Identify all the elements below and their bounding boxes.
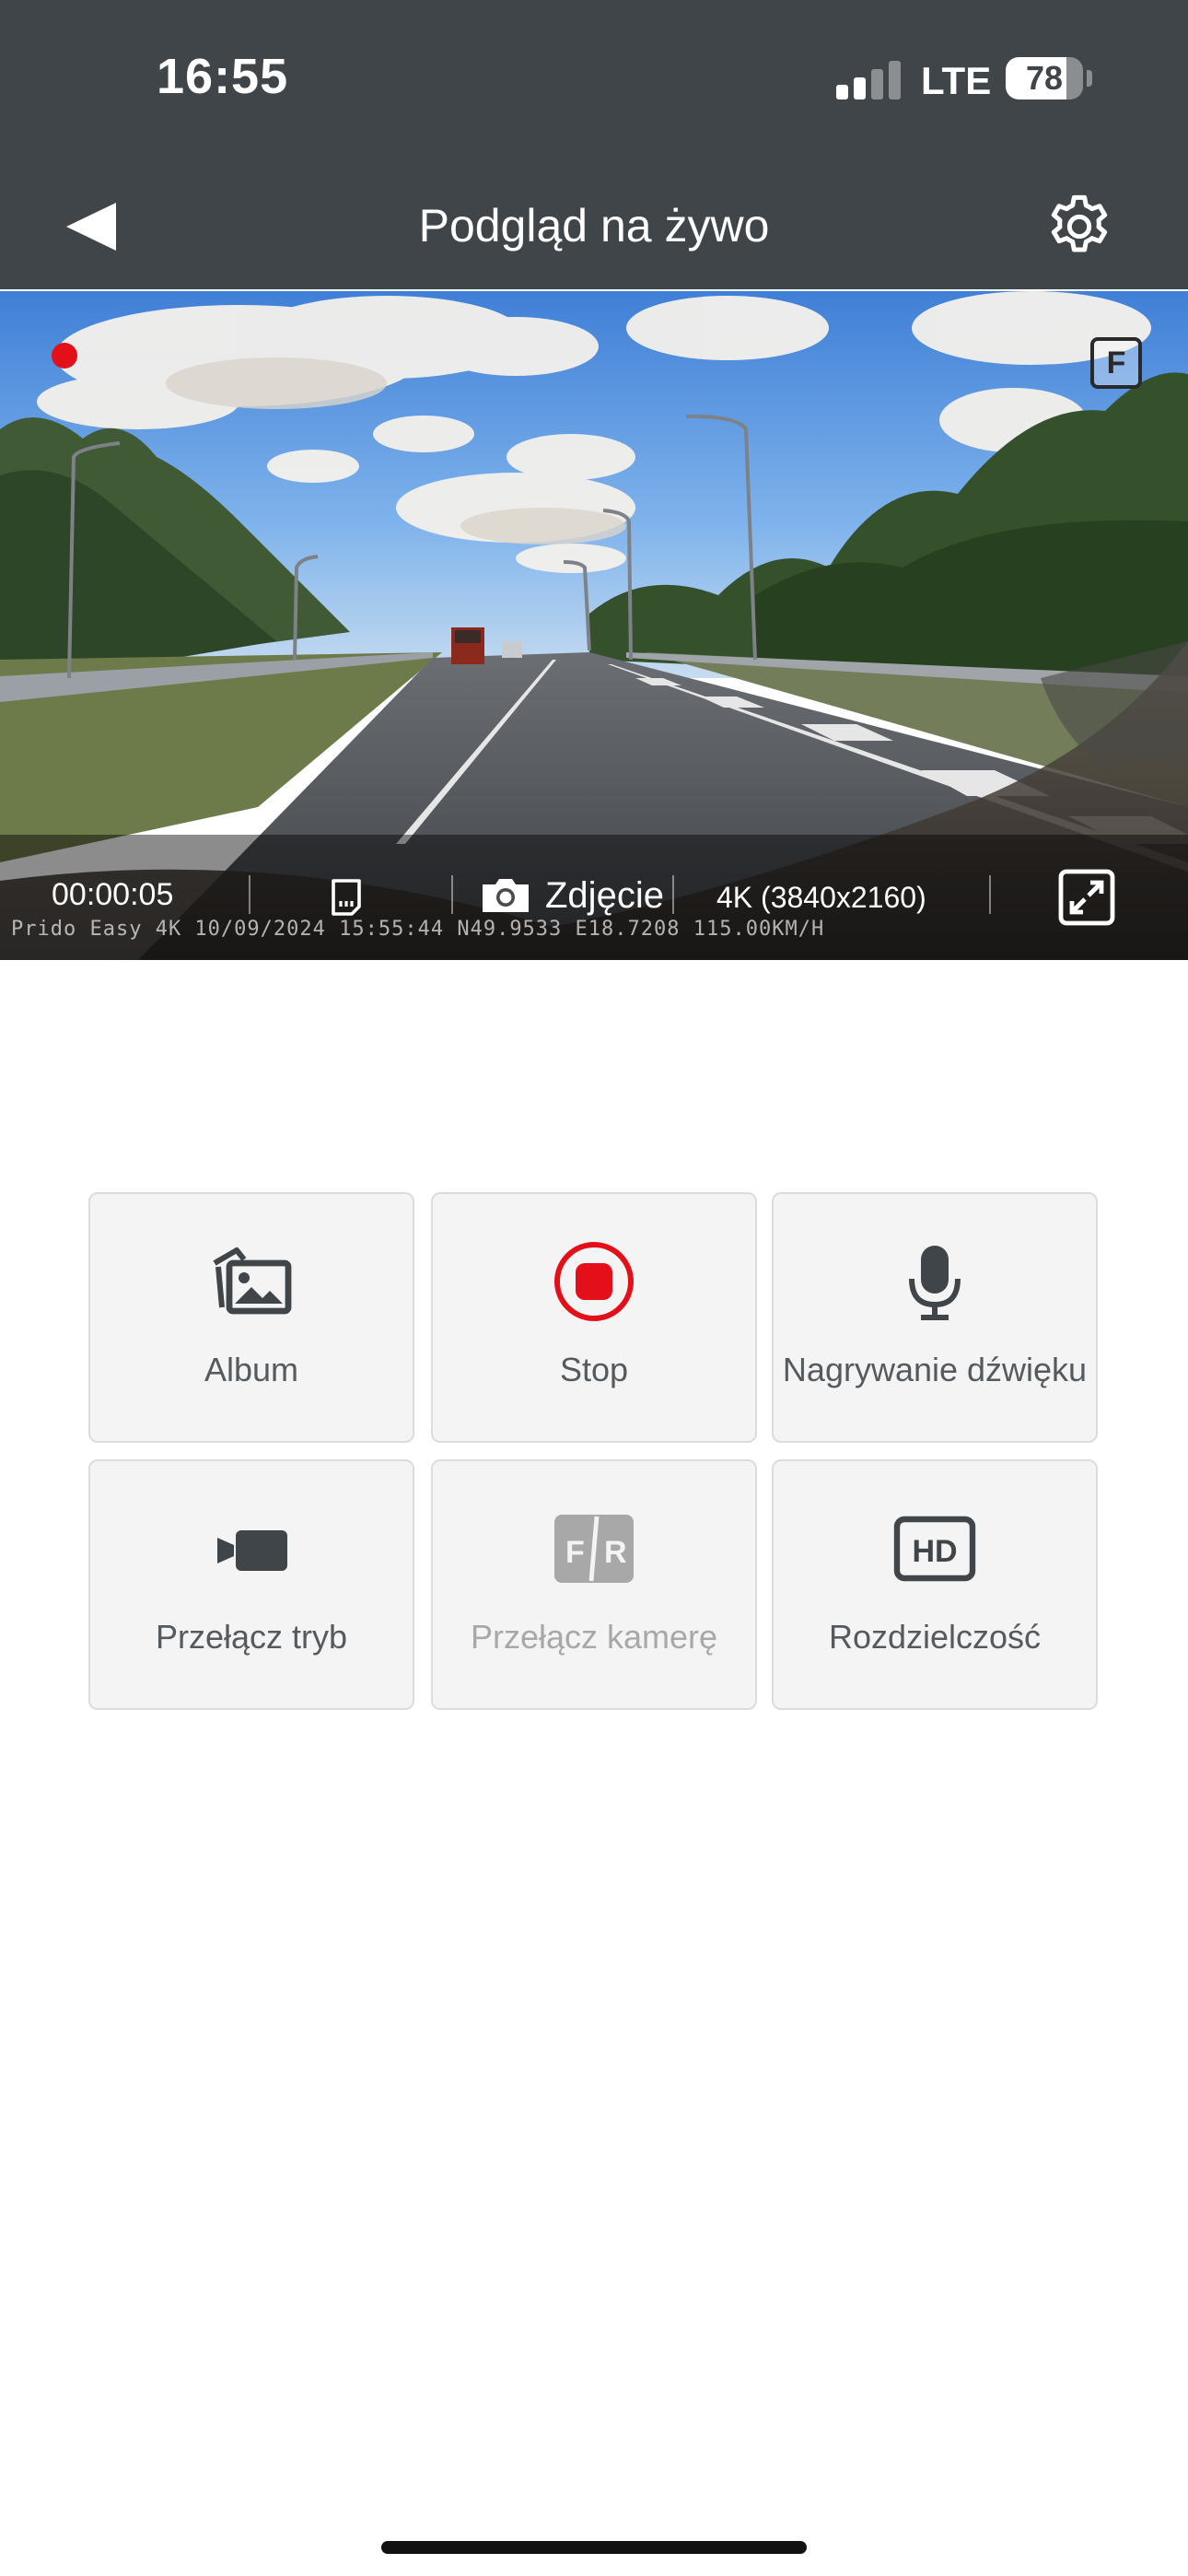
stop-record-icon — [554, 1242, 634, 1321]
toolbar-divider — [249, 875, 250, 914]
microphone-icon — [909, 1246, 961, 1320]
toolbar-divider — [451, 875, 453, 914]
gear-icon — [1051, 194, 1108, 252]
page-title: Podgląd na żywo — [418, 200, 770, 252]
app-header: 16:55 LTE 78 Podgląd na żywo — [0, 0, 1188, 289]
svg-text:F: F — [565, 1535, 585, 1570]
svg-text:HD: HD — [912, 1534, 957, 1569]
settings-button[interactable] — [1042, 190, 1116, 263]
active-camera-badge: F — [1090, 337, 1142, 389]
battery-tip — [1087, 70, 1092, 87]
svg-text:R: R — [604, 1535, 627, 1570]
stop-recording-button[interactable]: Stop — [431, 1192, 757, 1443]
album-icon — [213, 1247, 292, 1315]
fullscreen-button[interactable] — [1057, 868, 1116, 927]
live-preview[interactable]: F 00:00:05 Zdjęcie 4K (3840x2160) Prido … — [0, 291, 1188, 960]
switch-camera-label: Przełącz kamerę — [470, 1618, 718, 1656]
home-indicator[interactable] — [381, 2541, 807, 2554]
expand-icon — [1058, 869, 1115, 926]
video-camera-icon — [217, 1530, 287, 1571]
network-type: LTE — [921, 59, 992, 102]
battery-icon: 78 — [1006, 57, 1083, 100]
sd-card-button[interactable] — [324, 875, 368, 919]
switch-mode-button[interactable]: Przełącz tryb — [88, 1459, 414, 1710]
recording-indicator — [52, 343, 77, 369]
audio-recording-button[interactable]: Nagrywanie dźwięku — [772, 1192, 1098, 1443]
audio-recording-label: Nagrywanie dźwięku — [782, 1351, 1088, 1388]
take-photo-button[interactable]: Zdjęcie — [479, 870, 664, 921]
switch-mode-label: Przełącz tryb — [155, 1618, 348, 1656]
album-label: Album — [204, 1351, 299, 1388]
hd-icon: HD — [893, 1516, 976, 1582]
status-time: 16:55 — [157, 49, 289, 104]
sd-card-icon — [332, 879, 361, 916]
album-button[interactable]: Album — [88, 1192, 414, 1443]
battery-percent: 78 — [1025, 59, 1064, 97]
resolution-button[interactable]: HD Rozdzielczość — [772, 1459, 1098, 1710]
camera-icon — [483, 879, 529, 912]
toolbar-divider — [989, 875, 991, 914]
toolbar-divider — [672, 875, 674, 914]
take-photo-label: Zdjęcie — [545, 874, 664, 916]
front-rear-camera-icon: F R — [554, 1515, 634, 1583]
switch-camera-button[interactable]: F R Przełącz kamerę — [431, 1459, 757, 1710]
resolution-label: Rozdzielczość — [828, 1618, 1042, 1656]
resolution-readout: 4K (3840x2160) — [716, 881, 926, 914]
signal-strength-icon — [836, 59, 901, 100]
stop-label: Stop — [559, 1351, 629, 1388]
recording-elapsed-time: 00:00:05 — [52, 877, 174, 912]
video-timestamp-overlay: Prido Easy 4K 10/09/2024 15:55:44 N49.95… — [11, 918, 825, 941]
